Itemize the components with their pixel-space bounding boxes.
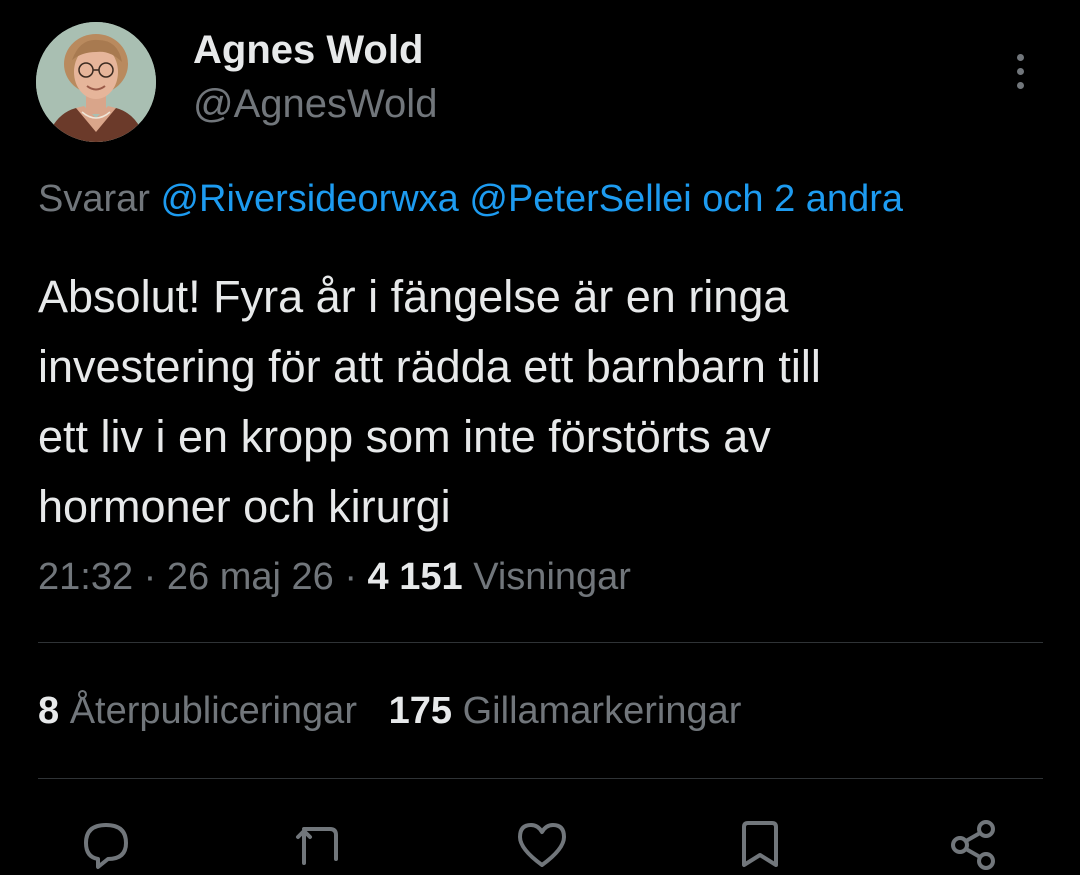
views-count: 4 151 [367,556,463,598]
retweets-count: 8 [38,690,60,732]
likes-stat[interactable]: 175 Gillamarkeringar [389,690,742,732]
more-dot [1016,81,1024,89]
avatar[interactable] [36,22,156,142]
divider [38,642,1043,643]
retweets-stat[interactable]: 8 Återpubliceringar [38,690,357,732]
more-dot [1016,67,1024,75]
likes-count: 175 [388,690,453,732]
bookmark-icon[interactable] [730,815,790,875]
tweet-detail: Agnes Wold @AgnesWold Svarar @Riversideo… [0,0,1080,870]
separator: · [344,556,357,598]
divider [38,778,1043,779]
mention-link[interactable]: @PeterSellei [469,178,691,220]
replying-to-prefix: Svarar [38,178,150,220]
action-bar [0,815,1080,870]
more-dot [1016,53,1024,61]
author-display-name[interactable]: Agnes Wold [193,28,423,73]
others-link[interactable]: och 2 andra [702,178,903,220]
retweets-label: Återpubliceringar [69,690,357,732]
tweet-date[interactable]: 26 maj 26 [167,556,334,598]
author-handle[interactable]: @AgnesWold [193,82,437,127]
heart-icon[interactable] [512,815,572,875]
tweet-meta: 21:32 · 26 maj 26 · 4 151 Visningar [38,556,631,599]
share-icon[interactable] [944,815,1004,875]
replying-to: Svarar @Riversideorwxa @PeterSellei och … [38,178,903,221]
views-label: Visningar [473,556,631,598]
engagement-stats: 8 Återpubliceringar 175 Gillamarkeringar [38,690,741,733]
avatar-photo [36,22,156,142]
tweet-text: Absolut! Fyra år i fängelse är en ringa … [38,271,821,532]
more-vertical-icon[interactable] [1000,46,1040,96]
mention-link[interactable]: @Riversideorwxa [160,178,458,220]
retweet-icon[interactable] [290,815,350,875]
likes-label: Gillamarkeringar [462,690,742,732]
tweet-time[interactable]: 21:32 [38,556,133,598]
separator: · [143,556,157,598]
reply-icon[interactable] [76,815,136,875]
